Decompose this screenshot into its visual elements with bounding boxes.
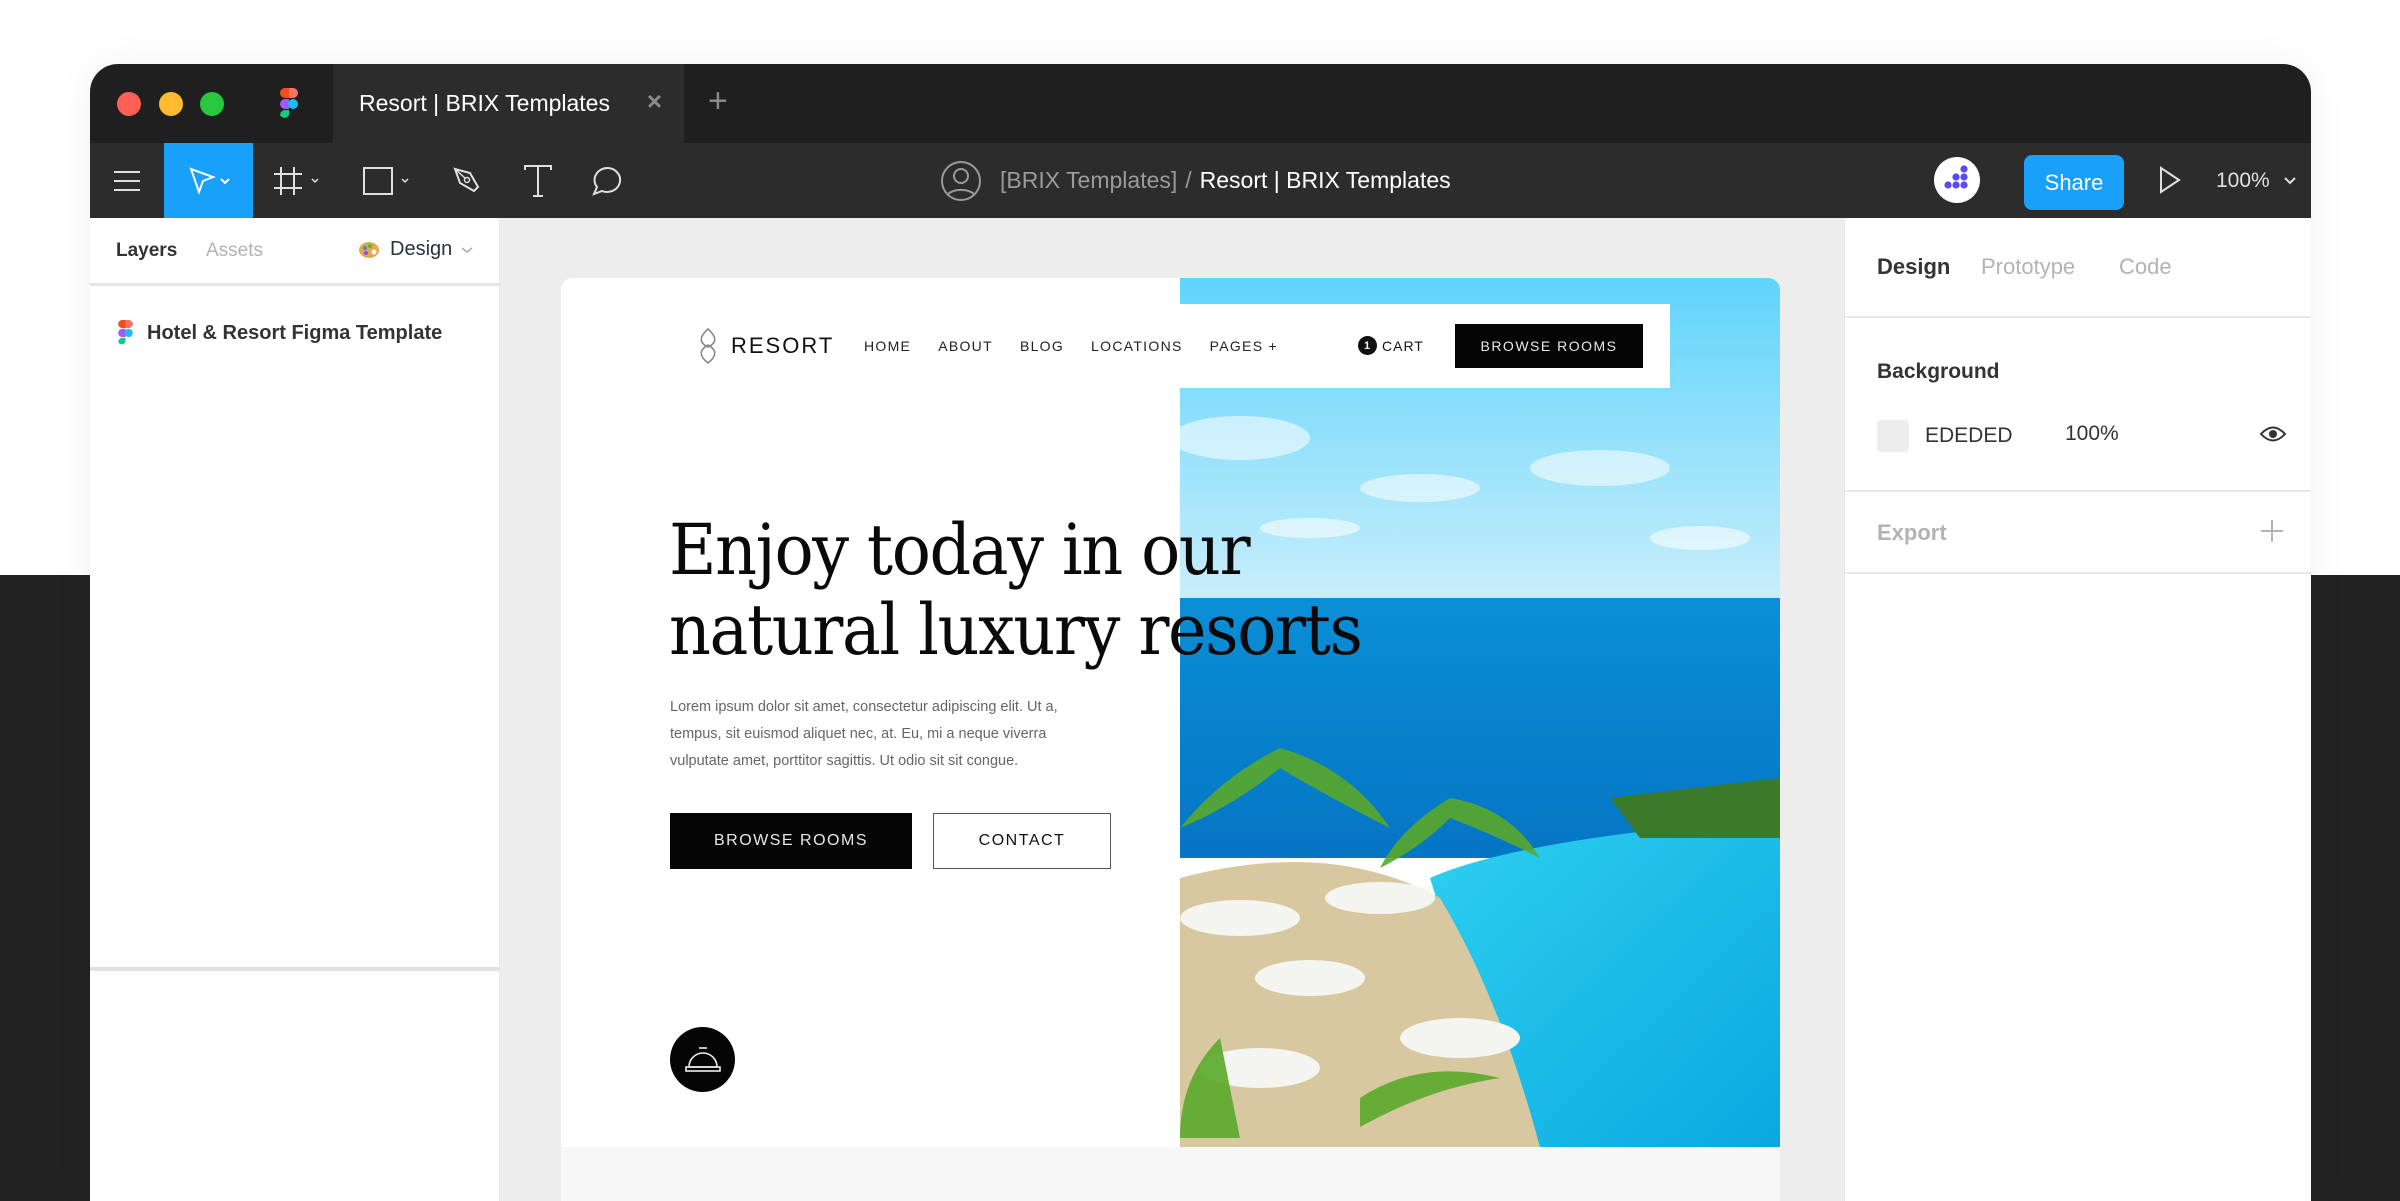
add-tab-icon[interactable]: + bbox=[708, 82, 728, 121]
nav-link-locations[interactable]: LOCATIONS bbox=[1091, 338, 1183, 354]
cart-label: CART bbox=[1382, 337, 1424, 354]
layer-item[interactable]: Hotel & Resort Figma Template bbox=[118, 320, 442, 346]
main-menu-button[interactable] bbox=[90, 143, 164, 218]
minimize-window-button[interactable] bbox=[159, 92, 183, 116]
browse-rooms-button[interactable]: BROWSE ROOMS bbox=[670, 813, 912, 869]
pen-icon bbox=[453, 167, 480, 192]
figma-window: Resort | BRIX Templates × + [BRIX Templa… bbox=[90, 64, 2311, 1201]
page-name: Design bbox=[390, 238, 453, 260]
hero-headline: Enjoy today in our natural luxury resort… bbox=[669, 509, 1363, 671]
nav-link-about[interactable]: ABOUT bbox=[938, 338, 993, 354]
comment-icon bbox=[592, 166, 622, 196]
site-navbar: RESORT HOME ABOUT BLOG LOCATIONS PAGES +… bbox=[561, 304, 1670, 388]
site-logo[interactable]: RESORT bbox=[697, 328, 834, 364]
avatar[interactable] bbox=[1934, 157, 1980, 203]
chevron-down-icon bbox=[461, 246, 473, 253]
close-icon[interactable]: × bbox=[647, 86, 662, 117]
panel-divider bbox=[90, 967, 499, 971]
path-separator: / bbox=[1185, 167, 1192, 193]
tab-title: Resort | BRIX Templates bbox=[359, 90, 610, 116]
chevron-down-icon bbox=[2284, 176, 2296, 184]
figma-logo-icon[interactable] bbox=[280, 88, 298, 120]
left-panel-tabs: Layers Assets Design bbox=[90, 218, 499, 286]
background-section: Background EDEDED 100% bbox=[1845, 318, 2311, 492]
cart-link[interactable]: 1 CART bbox=[1358, 336, 1424, 355]
move-tool-button[interactable] bbox=[164, 143, 253, 218]
figma-file-icon bbox=[118, 320, 133, 345]
headline-line-2: natural luxury resorts bbox=[669, 589, 1363, 671]
brand-name: RESORT bbox=[731, 333, 835, 358]
comment-tool-button[interactable] bbox=[578, 143, 638, 218]
background-opacity-input[interactable]: 100% bbox=[2065, 422, 2119, 446]
zoom-value: 100% bbox=[2216, 168, 2270, 192]
file-breadcrumb: [BRIX Templates] / Resort | BRIX Templat… bbox=[940, 143, 1451, 218]
service-bell-icon bbox=[684, 1046, 721, 1072]
background-color-swatch[interactable] bbox=[1877, 420, 1909, 452]
dots-logo-icon bbox=[1944, 165, 1968, 189]
hero-image bbox=[1180, 278, 1780, 1147]
hash-frame-icon bbox=[274, 166, 319, 195]
nav-browse-rooms-button[interactable]: BROWSE ROOMS bbox=[1455, 324, 1643, 368]
cart-count-badge: 1 bbox=[1358, 336, 1377, 355]
nav-link-home[interactable]: HOME bbox=[864, 338, 911, 354]
toolbar: [BRIX Templates] / Resort | BRIX Templat… bbox=[90, 143, 2311, 218]
nav-link-pages[interactable]: PAGES + bbox=[1210, 338, 1278, 354]
tab-assets[interactable]: Assets bbox=[206, 240, 263, 262]
layer-name: Hotel & Resort Figma Template bbox=[147, 321, 443, 344]
contact-button[interactable]: CONTACT bbox=[933, 813, 1111, 869]
team-name-link[interactable]: [BRIX Templates] bbox=[1000, 167, 1177, 194]
maximize-window-button[interactable] bbox=[200, 92, 224, 116]
layers-panel: Layers Assets Design Hotel & Resort Figm… bbox=[90, 218, 500, 1201]
tab-layers[interactable]: Layers bbox=[116, 240, 177, 262]
tab-prototype[interactable]: Prototype bbox=[1981, 254, 2075, 280]
page-selector[interactable]: Design bbox=[358, 238, 476, 261]
export-title: Export bbox=[1877, 520, 1947, 545]
background-title: Background bbox=[1877, 360, 2000, 383]
cursor-icon bbox=[188, 166, 230, 195]
canvas[interactable]: RESORT HOME ABOUT BLOG LOCATIONS PAGES +… bbox=[500, 218, 1844, 1201]
tab-design[interactable]: Design bbox=[1877, 254, 1950, 280]
right-panel-tabs: Design Prototype Code bbox=[1845, 218, 2311, 318]
close-window-button[interactable] bbox=[117, 92, 141, 116]
frame-tool-button[interactable] bbox=[265, 143, 335, 218]
rectangle-icon bbox=[363, 166, 409, 195]
shape-tool-button[interactable] bbox=[355, 143, 425, 218]
design-frame[interactable]: RESORT HOME ABOUT BLOG LOCATIONS PAGES +… bbox=[561, 278, 1780, 1201]
file-tab[interactable]: Resort | BRIX Templates × bbox=[333, 64, 684, 143]
user-circle-icon bbox=[941, 160, 981, 201]
hero-subtext: Lorem ipsum dolor sit amet, consectetur … bbox=[670, 699, 1058, 769]
export-section: Export bbox=[1845, 492, 2311, 574]
pen-tool-button[interactable] bbox=[438, 143, 498, 218]
eye-icon[interactable] bbox=[2259, 424, 2287, 444]
present-play-icon[interactable] bbox=[2158, 165, 2182, 195]
plus-icon[interactable] bbox=[2259, 518, 2285, 544]
background-hex-input[interactable]: EDEDED bbox=[1925, 424, 2013, 448]
nav-link-blog[interactable]: BLOG bbox=[1020, 338, 1064, 354]
palette-icon bbox=[359, 241, 379, 258]
properties-panel: Design Prototype Code Background EDEDED … bbox=[1844, 218, 2311, 1201]
file-name[interactable]: Resort | BRIX Templates bbox=[1200, 167, 1451, 194]
hamburger-icon bbox=[114, 170, 140, 191]
text-icon bbox=[524, 164, 552, 197]
text-tool-button[interactable] bbox=[508, 143, 568, 218]
zoom-dropdown[interactable]: 100% bbox=[2216, 143, 2302, 218]
tab-code[interactable]: Code bbox=[2119, 254, 2172, 280]
resort-pool-ocean-photo bbox=[1180, 278, 1780, 1147]
title-bar: Resort | BRIX Templates × + bbox=[90, 64, 2311, 143]
concierge-bell-button[interactable] bbox=[670, 1027, 735, 1092]
headline-line-1: Enjoy today in our bbox=[669, 509, 1251, 591]
share-button[interactable]: Share bbox=[2024, 155, 2124, 210]
hero-section: RESORT HOME ABOUT BLOG LOCATIONS PAGES +… bbox=[561, 278, 1780, 1147]
leaf-logo-icon bbox=[700, 328, 716, 364]
site-nav-links: HOME ABOUT BLOG LOCATIONS PAGES + bbox=[864, 338, 1305, 354]
